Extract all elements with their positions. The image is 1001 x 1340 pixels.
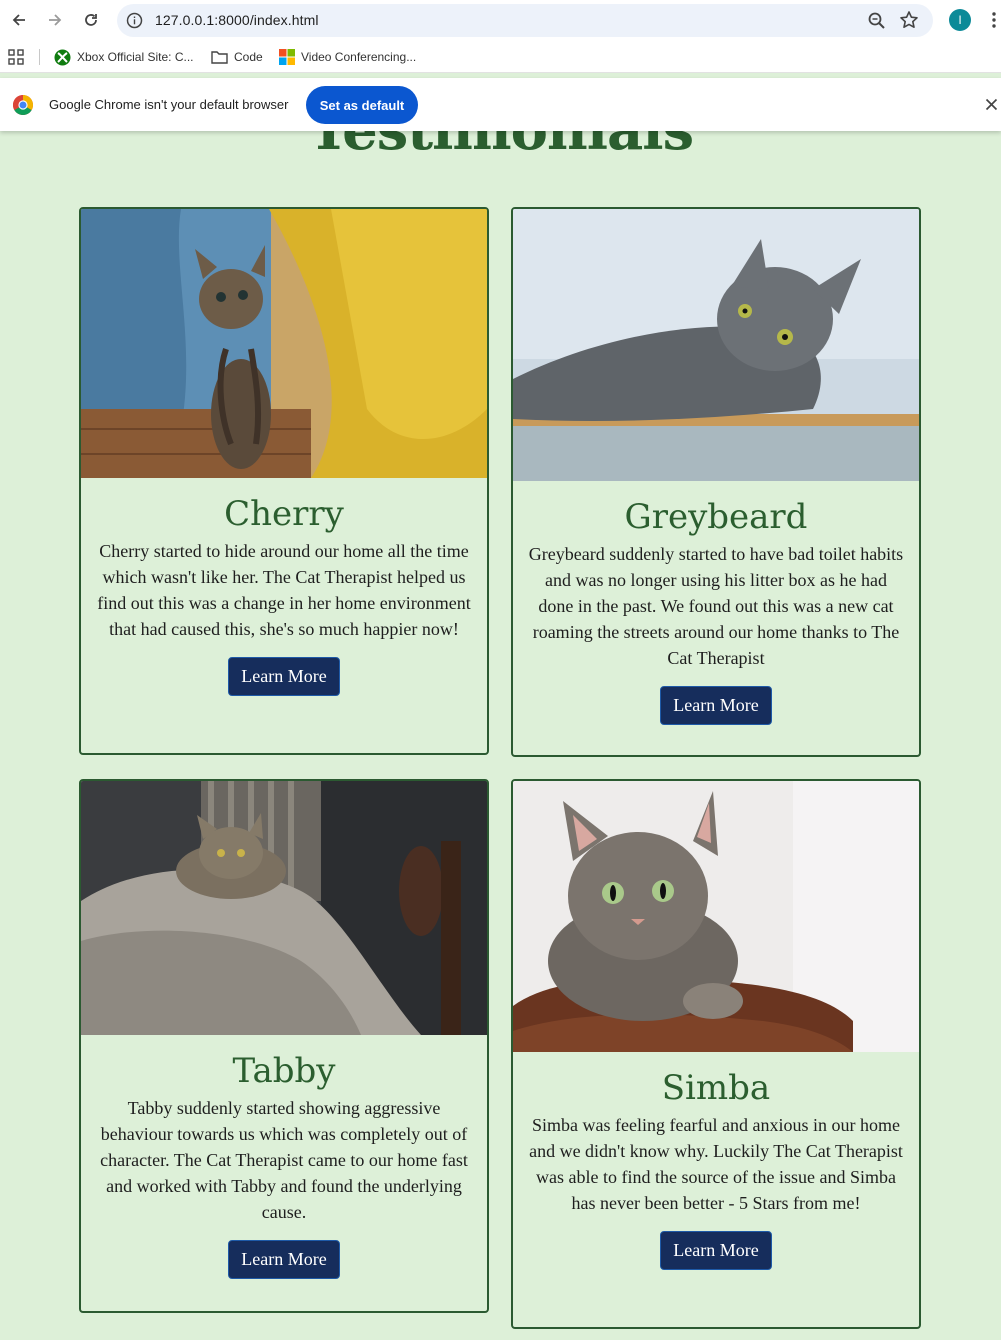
menu-kebab-icon[interactable]: [988, 10, 1000, 30]
forward-arrow-icon: [49, 14, 62, 26]
bookmarks-bar: Xbox Official Site: C... Code Video Conf…: [0, 40, 1001, 73]
testimonial-card-tabby: Tabby Tabby suddenly started showing agg…: [79, 779, 489, 1313]
chrome-logo-icon: [13, 95, 33, 115]
testimonial-name: Cherry: [224, 494, 344, 534]
learn-more-button-tabby[interactable]: Learn More: [228, 1240, 340, 1279]
zoom-icon[interactable]: [867, 11, 887, 31]
bookmark-xbox[interactable]: Xbox Official Site: C...: [54, 48, 194, 66]
cat-photo-cherry: [81, 209, 487, 478]
cat-photo-tabby: [81, 781, 487, 1035]
learn-more-button-greybeard[interactable]: Learn More: [660, 686, 772, 725]
learn-more-button-simba[interactable]: Learn More: [660, 1231, 772, 1270]
bookmark-label: Code: [234, 50, 263, 64]
cat-photo-greybeard: [513, 209, 919, 481]
back-arrow-icon: [12, 14, 25, 26]
bookmark-label: Video Conferencing...: [301, 50, 417, 64]
cat-photo-simba: [513, 781, 919, 1052]
reload-button[interactable]: [79, 8, 103, 32]
url-text[interactable]: 127.0.0.1:8000/index.html: [155, 12, 319, 28]
profile-avatar[interactable]: I: [949, 9, 971, 31]
default-browser-infobar: Google Chrome isn't your default browser…: [0, 78, 1001, 131]
testimonial-card-greybeard: Greybeard Greybeard suddenly started to …: [511, 207, 921, 757]
testimonial-text: Greybeard suddenly started to have bad t…: [528, 544, 904, 668]
testimonial-text: Simba was feeling fearful and anxious in…: [529, 1115, 903, 1213]
set-as-default-button[interactable]: Set as default: [306, 86, 418, 124]
apps-grid-icon[interactable]: [8, 49, 24, 65]
xbox-icon: [54, 49, 71, 65]
back-button[interactable]: [7, 8, 31, 32]
reload-icon: [85, 14, 97, 26]
microsoft-icon: [279, 49, 295, 65]
page-title: Testimonials: [0, 131, 1001, 163]
site-info-icon[interactable]: [126, 12, 143, 29]
infobar-message: Google Chrome isn't your default browser: [49, 97, 289, 112]
testimonial-text: Tabby suddenly started showing aggressiv…: [100, 1098, 468, 1222]
bookmark-video-conferencing[interactable]: Video Conferencing...: [279, 48, 416, 66]
bookmark-label: Xbox Official Site: C...: [77, 50, 194, 64]
testimonial-card-cherry: Cherry Cherry started to hide around our…: [79, 207, 489, 755]
bookmark-code[interactable]: Code: [211, 48, 263, 66]
learn-more-button-cherry[interactable]: Learn More: [228, 657, 340, 696]
testimonial-text: Cherry started to hide around our home a…: [97, 541, 471, 639]
page-viewport: Testimonials Cherry Cherry started to hi…: [0, 131, 1001, 1340]
browser-toolbar: 127.0.0.1:8000/index.html I: [0, 0, 1001, 40]
testimonial-name: Simba: [661, 1068, 771, 1108]
testimonial-name: Tabby: [232, 1051, 336, 1091]
folder-icon: [211, 51, 228, 64]
bookmark-star-icon[interactable]: [899, 10, 919, 30]
testimonial-name: Greybeard: [624, 497, 808, 537]
testimonial-card-simba: Simba Simba was feeling fearful and anxi…: [511, 779, 921, 1329]
bookmarks-divider: [39, 49, 40, 65]
close-icon[interactable]: [985, 98, 998, 111]
address-bar[interactable]: 127.0.0.1:8000/index.html: [117, 4, 933, 37]
forward-button[interactable]: [43, 8, 67, 32]
